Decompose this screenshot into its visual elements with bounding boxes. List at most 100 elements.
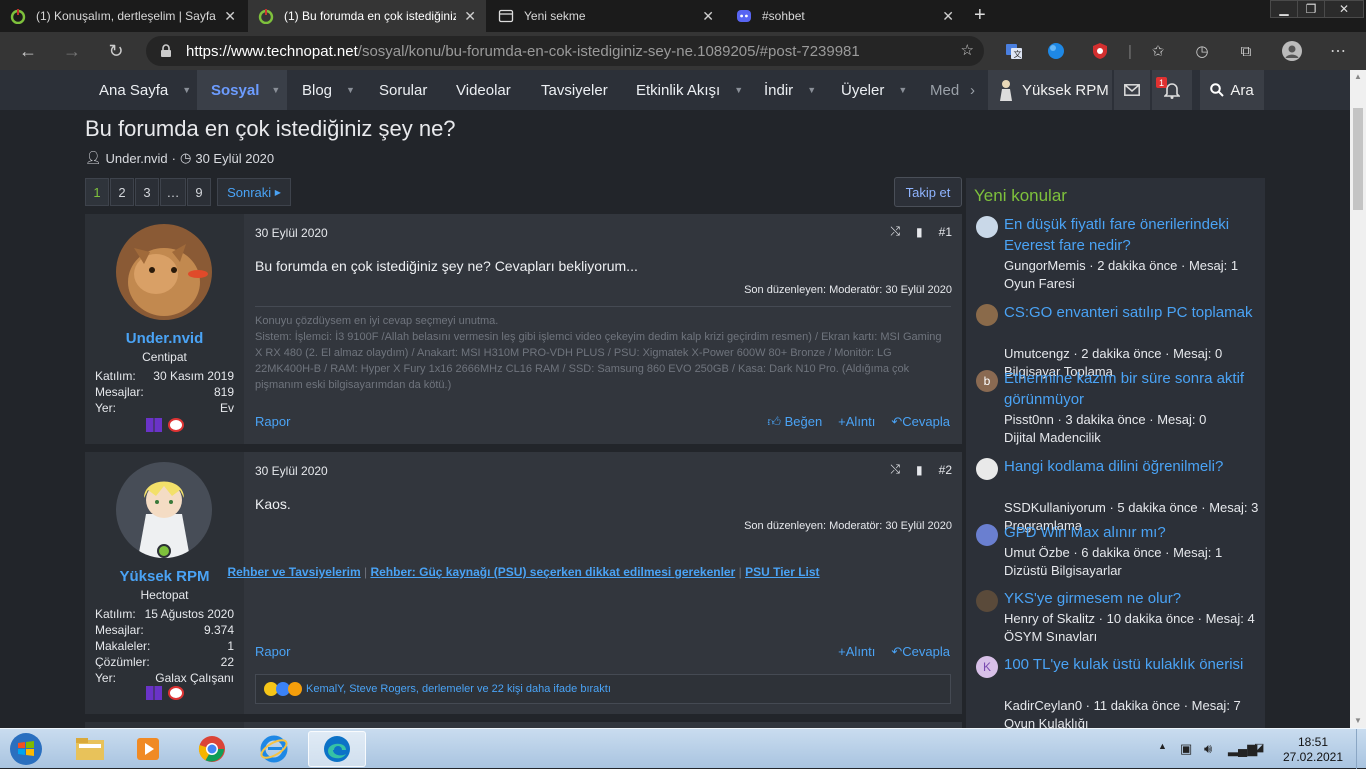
thread-author-link[interactable]: Under.nvid bbox=[106, 151, 168, 166]
nav-item-tavsiyeler[interactable]: Tavsiyeler bbox=[541, 70, 608, 110]
follow-button[interactable]: Takip et bbox=[894, 177, 962, 207]
alerts-bell-icon[interactable]: 1 bbox=[1152, 70, 1192, 110]
favorites-icon[interactable]: ✩ bbox=[1148, 41, 1168, 61]
avatar[interactable] bbox=[976, 590, 998, 612]
tray-device-icon[interactable]: ▣ bbox=[1180, 741, 1192, 757]
post-username[interactable]: Under.nvid bbox=[85, 330, 244, 347]
sig-link-psu-guide[interactable]: Rehber: Güç kaynağı (PSU) seçerken dikka… bbox=[370, 565, 735, 579]
show-desktop-button[interactable] bbox=[1356, 729, 1366, 769]
avatar[interactable] bbox=[116, 224, 212, 320]
reactions-bar[interactable]: KemalY, Steve Rogers, derlemeler ve 22 k… bbox=[255, 674, 951, 704]
page-scrollbar[interactable]: ▲ ▼ bbox=[1350, 70, 1366, 728]
start-button[interactable] bbox=[4, 731, 48, 767]
url-field[interactable]: https://www.technopat.net/sosyal/konu/bu… bbox=[146, 36, 984, 66]
refresh-icon[interactable]: ↻ bbox=[106, 41, 126, 61]
scroll-down-icon[interactable]: ▼ bbox=[1354, 716, 1362, 725]
avatar[interactable]: b bbox=[976, 370, 998, 392]
sidebar-thread-link[interactable]: En düşük fiyatlı fare önerilerindeki Eve… bbox=[1004, 214, 1254, 256]
reply-button[interactable]: ↶Cevapla bbox=[891, 414, 950, 430]
sidebar-thread-category[interactable]: Dijital Madencilik bbox=[1004, 430, 1101, 445]
edge-app[interactable] bbox=[308, 731, 366, 767]
quote-button[interactable]: +Alıntı bbox=[838, 414, 875, 430]
nav-item-etkinlik-akisi[interactable]: Etkinlik Akışı ▼ bbox=[636, 70, 743, 110]
scroll-up-icon[interactable]: ▲ bbox=[1354, 72, 1362, 81]
internet-explorer-app[interactable] bbox=[246, 731, 302, 767]
chevron-down-icon[interactable]: ▼ bbox=[346, 85, 355, 95]
nav-item-uyeler[interactable]: Üyeler ▼ bbox=[841, 70, 907, 110]
browser-tab-4[interactable]: #sohbet ✕ bbox=[726, 0, 964, 32]
sidebar-thread-link[interactable]: Hangi kodlama dilini öğrenilmeli? bbox=[1004, 456, 1254, 477]
nav-item-videolar[interactable]: Videolar bbox=[456, 70, 511, 110]
notification-icon[interactable]: ◪ bbox=[1254, 741, 1264, 754]
post-date[interactable]: 30 Eylül 2020 bbox=[255, 226, 328, 240]
browser-tab-2[interactable]: (1) Bu forumda en çok istediğiniz ✕ bbox=[248, 0, 486, 32]
report-link[interactable]: Rapor bbox=[255, 414, 290, 429]
close-icon[interactable]: ✕ bbox=[942, 8, 954, 25]
chevron-down-icon[interactable]: ▼ bbox=[182, 85, 191, 95]
avatar[interactable] bbox=[976, 458, 998, 480]
sidebar-thread-link[interactable]: CS:GO envanteri satılıp PC toplamak bbox=[1004, 302, 1254, 323]
minimize-button[interactable]: ▁ bbox=[1270, 0, 1298, 18]
extension-icon[interactable] bbox=[1046, 41, 1066, 61]
media-player-app[interactable] bbox=[120, 731, 176, 767]
user-menu[interactable]: Yüksek RPM bbox=[988, 70, 1112, 110]
restore-button[interactable]: ❐ bbox=[1297, 0, 1325, 18]
page-link-3[interactable]: 3 bbox=[135, 178, 159, 206]
sidebar-thread-link[interactable]: Ethermine kazım bir süre sonra aktif gör… bbox=[1004, 368, 1254, 410]
inbox-icon[interactable] bbox=[1114, 70, 1150, 110]
nav-scroll-right-icon[interactable]: › bbox=[970, 70, 975, 110]
page-link-9[interactable]: 9 bbox=[187, 178, 211, 206]
more-menu-icon[interactable]: ⋯ bbox=[1328, 41, 1348, 61]
sig-link-rehber[interactable]: Rehber ve Tavsiyelerim bbox=[227, 565, 360, 579]
browser-tab-1[interactable]: (1) Konuşalım, dertleşelim | Sayfa ✕ bbox=[0, 0, 246, 32]
shield-icon[interactable] bbox=[1090, 41, 1110, 61]
sidebar-thread-category[interactable]: Dizüstü Bilgisayarlar bbox=[1004, 563, 1122, 578]
volume-icon[interactable]: 🔊︎ bbox=[1204, 741, 1212, 757]
nav-item-ana-sayfa[interactable]: Ana Sayfa ▼ bbox=[86, 70, 194, 110]
bookmark-icon[interactable]: ▮ bbox=[916, 463, 923, 477]
avatar[interactable] bbox=[976, 524, 998, 546]
like-button[interactable]: 👍︎ Beğen bbox=[767, 414, 822, 430]
thread-date-link[interactable]: 30 Eylül 2020 bbox=[195, 151, 274, 166]
close-icon[interactable]: ✕ bbox=[464, 8, 476, 25]
translate-icon[interactable]: 文 bbox=[1004, 41, 1024, 61]
report-link[interactable]: Rapor bbox=[255, 644, 290, 659]
network-icon[interactable]: ▂▄▆ bbox=[1228, 741, 1257, 757]
clock[interactable]: 18:51 27.02.2021 bbox=[1278, 735, 1348, 765]
share-icon[interactable]: ⤭ bbox=[890, 224, 900, 239]
bookmark-icon[interactable]: ▮ bbox=[916, 225, 923, 239]
sidebar-thread-link[interactable]: YKS'ye girmesem ne olur? bbox=[1004, 588, 1254, 609]
avatar[interactable] bbox=[976, 216, 998, 238]
next-page-button[interactable]: Sonraki ▶ bbox=[217, 178, 291, 206]
share-icon[interactable]: ⤭ bbox=[890, 462, 900, 477]
sidebar-thread-category[interactable]: ÖSYM Sınavları bbox=[1004, 629, 1097, 644]
post-number[interactable]: #2 bbox=[939, 463, 952, 477]
scrollbar-thumb[interactable] bbox=[1353, 108, 1363, 210]
post-number[interactable]: #1 bbox=[939, 225, 952, 239]
chevron-down-icon[interactable]: ▼ bbox=[807, 85, 816, 95]
page-ellipsis[interactable]: … bbox=[160, 178, 186, 206]
chevron-down-icon[interactable]: ▼ bbox=[271, 85, 280, 95]
reply-button[interactable]: ↶Cevapla bbox=[891, 644, 950, 660]
profile-icon[interactable] bbox=[1282, 41, 1302, 61]
file-explorer-app[interactable] bbox=[62, 731, 118, 767]
forward-arrow-icon[interactable]: → bbox=[62, 41, 82, 61]
nav-item-sorular[interactable]: Sorular bbox=[379, 70, 427, 110]
sidebar-thread-link[interactable]: GPD Win Max alınır mı? bbox=[1004, 522, 1254, 543]
nav-item-sosyal[interactable]: Sosyal ▼ bbox=[197, 70, 287, 110]
sig-link-psu-tier[interactable]: PSU Tier List bbox=[745, 565, 819, 579]
add-favorite-icon[interactable]: ☆ bbox=[961, 41, 974, 59]
nav-item-blog[interactable]: Blog ▼ bbox=[302, 70, 355, 110]
close-icon[interactable]: ✕ bbox=[702, 8, 714, 25]
chrome-app[interactable] bbox=[184, 731, 240, 767]
history-icon[interactable]: ◷ bbox=[1192, 41, 1212, 61]
chevron-down-icon[interactable]: ▼ bbox=[898, 85, 907, 95]
nav-item-more[interactable]: Med bbox=[930, 70, 970, 110]
avatar[interactable]: K bbox=[976, 656, 998, 678]
back-arrow-icon[interactable]: ← bbox=[18, 41, 38, 61]
nav-item-indir[interactable]: İndir ▼ bbox=[764, 70, 816, 110]
page-link-2[interactable]: 2 bbox=[110, 178, 134, 206]
avatar[interactable] bbox=[976, 304, 998, 326]
quote-button[interactable]: +Alıntı bbox=[838, 644, 875, 660]
search-button[interactable]: Ara bbox=[1200, 70, 1264, 110]
